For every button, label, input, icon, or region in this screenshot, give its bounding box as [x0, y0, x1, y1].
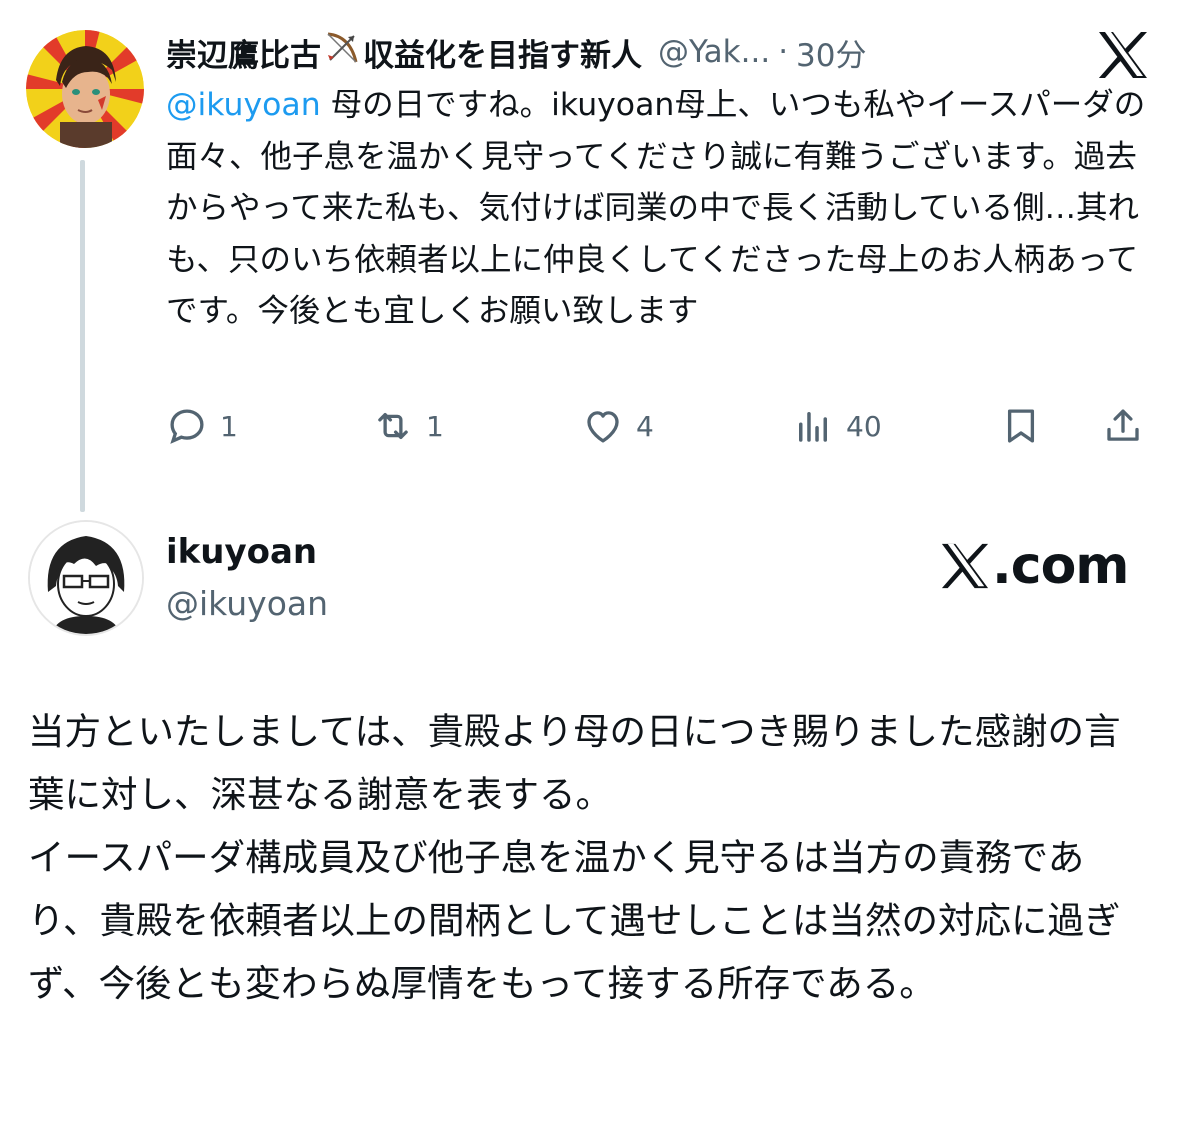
bookmark-button[interactable]: [1000, 398, 1042, 454]
reply-button[interactable]: 1: [166, 398, 238, 454]
mention-link[interactable]: @ikuyoan: [166, 87, 321, 123]
x-logo-icon: [941, 543, 989, 589]
views-button[interactable]: 40: [792, 398, 882, 454]
share-button[interactable]: [1102, 398, 1144, 454]
views-icon: [799, 412, 827, 442]
bow-emoji-icon: [324, 30, 360, 74]
reply-count: 1: [220, 409, 238, 443]
like-button[interactable]: 4: [582, 398, 654, 454]
retweet-icon: [378, 412, 408, 440]
reply-author-avatar[interactable]: [28, 520, 144, 636]
x-com-brand: .com: [940, 536, 1129, 596]
tweet-header: 崇辺鷹比古 収益化を目指す新人 @Yak... · 30分: [166, 30, 1006, 74]
tweet-body-text: 母の日ですね。ikuyoan母上、いつも私やイースパーダの面々、他子息を温かく見…: [166, 87, 1146, 329]
reply-author-handle[interactable]: @ikuyoan: [166, 584, 328, 623]
retweet-count: 1: [426, 409, 444, 443]
author-avatar[interactable]: [26, 30, 144, 148]
bookmark-icon: [1007, 409, 1035, 443]
retweet-button[interactable]: 1: [372, 398, 444, 454]
like-icon: [587, 411, 619, 443]
share-icon: [1107, 409, 1139, 441]
reply-author-name[interactable]: ikuyoan: [166, 532, 317, 572]
header-separator: ·: [778, 34, 789, 70]
x-logo-icon[interactable]: [1097, 30, 1149, 80]
tweet-text: @ikuyoan 母の日ですね。ikuyoan母上、いつも私やイースパーダの面々、…: [166, 80, 1156, 338]
reply-paragraph-2: イースパーダ構成員及び他子息を温かく見守るは当方の責務であり、貴殿を依頼者以上の…: [28, 836, 1121, 1005]
author-handle[interactable]: @Yak...: [658, 34, 770, 70]
brand-domain: .com: [992, 536, 1129, 596]
reply-text: 当方といたしましては、貴殿より母の日につき賜りました感謝の言葉に対し、深甚なる謝…: [28, 700, 1148, 1015]
like-count: 4: [636, 409, 654, 443]
thread-line: [80, 160, 85, 512]
reply-icon: [170, 409, 204, 444]
views-count: 40: [846, 409, 882, 443]
tweet-timestamp[interactable]: 30分: [796, 30, 866, 74]
author-name-suffix[interactable]: 収益化を目指す新人: [363, 30, 642, 74]
reply-paragraph-1: 当方といたしましては、貴殿より母の日につき賜りました感謝の言葉に対し、深甚なる謝…: [28, 710, 1121, 816]
author-display-name[interactable]: 崇辺鷹比古: [166, 30, 321, 74]
tweet-actions: 1 1 4 40: [166, 398, 1156, 454]
